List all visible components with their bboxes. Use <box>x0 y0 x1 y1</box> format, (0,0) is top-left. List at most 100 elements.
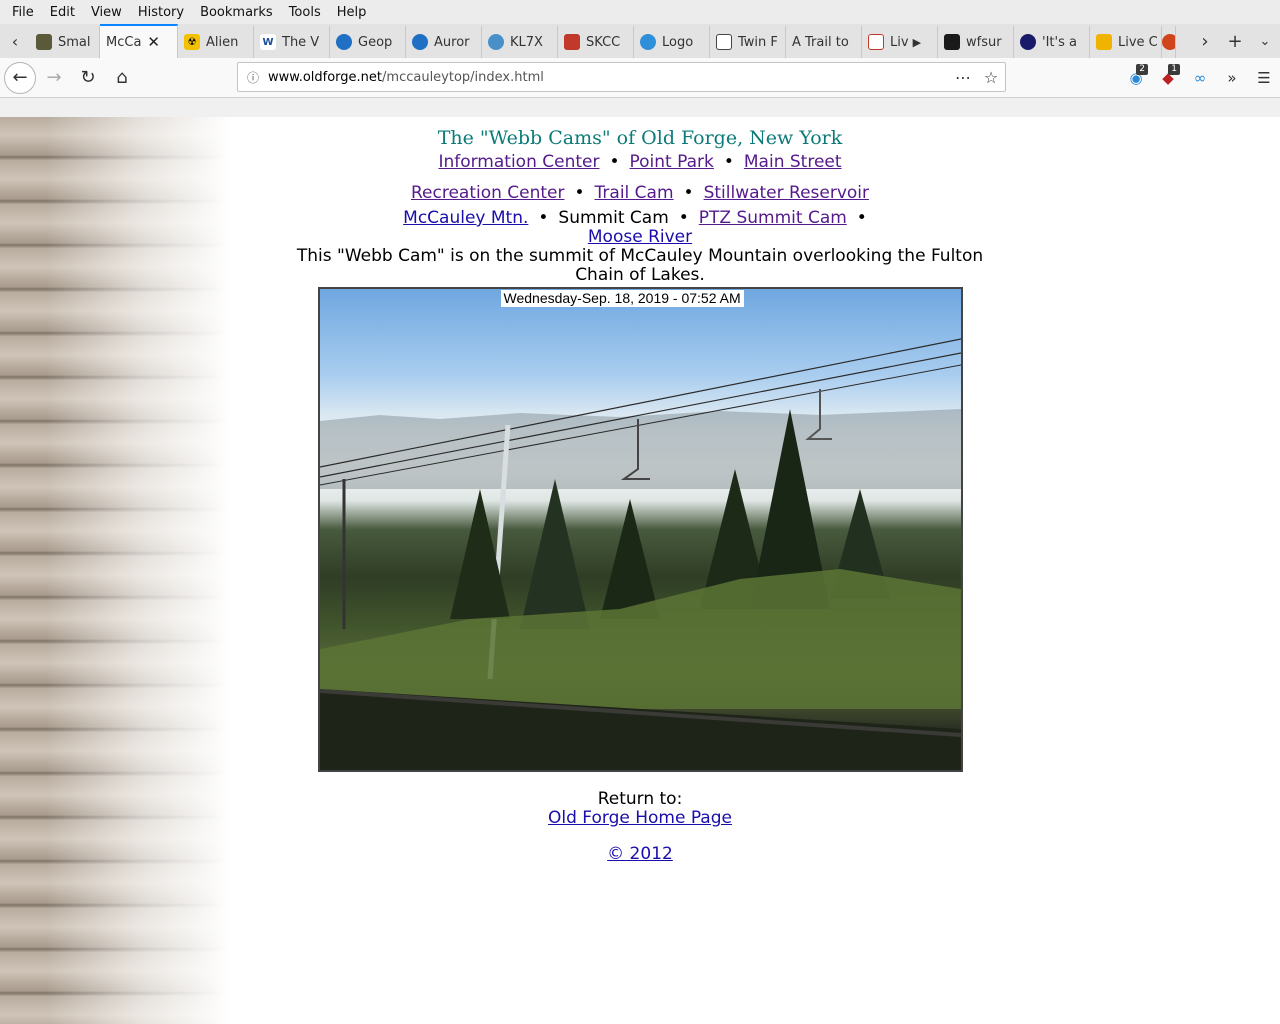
url-bar[interactable]: ⓘ www.oldforge.net/mccauleytop/index.htm… <box>237 62 1006 92</box>
bullet-separator: • <box>538 208 549 228</box>
site-info-icon[interactable]: ⓘ <box>238 69 268 86</box>
media-playing-icon[interactable]: ▶ <box>913 36 921 49</box>
menu-view[interactable]: View <box>83 5 130 20</box>
webcam-timestamp: Wednesday-Sep. 18, 2019 - 07:52 AM <box>500 290 744 307</box>
tab-bar: ‹ Smal McCa ✕ ☢ Alien W The V Geop Auror… <box>0 24 1280 58</box>
tab-list-chevron-down-icon[interactable]: ⌄ <box>1250 34 1280 49</box>
menu-bar: File Edit View History Bookmarks Tools H… <box>0 0 1280 24</box>
menu-edit[interactable]: Edit <box>42 5 83 20</box>
tab-item-active[interactable]: McCa ✕ <box>100 24 178 58</box>
bullet-separator: • <box>683 183 694 203</box>
page-title: The "Webb Cams" of Old Forge, New York <box>437 127 843 149</box>
cam-links-row-4: Moose River <box>290 228 990 247</box>
tab-item-partial[interactable] <box>1162 26 1176 58</box>
link-trail-cam[interactable]: Trail Cam <box>595 183 674 203</box>
current-cam-label: Summit Cam <box>558 208 669 228</box>
extension-badge: 2 <box>1136 64 1148 75</box>
tab-item[interactable]: ☢ Alien <box>178 26 254 58</box>
tab-favicon-icon <box>36 34 52 50</box>
extension-badge: 1 <box>1168 64 1180 75</box>
webcam-image: Wednesday-Sep. 18, 2019 - 07:52 AM <box>317 287 963 772</box>
tab-item[interactable]: Logo <box>634 26 710 58</box>
tab-item[interactable]: wfsur <box>938 26 1014 58</box>
navigation-bar: ← → ↻ ⌂ ⓘ www.oldforge.net/mccauleytop/i… <box>0 58 1280 98</box>
return-label: Return to: <box>597 789 683 809</box>
tab-item[interactable]: Geop <box>330 26 406 58</box>
link-old-forge-home[interactable]: Old Forge Home Page <box>548 808 732 828</box>
page-actions-icon[interactable]: ⋯ <box>949 68 977 87</box>
w3-icon: W <box>260 34 276 50</box>
tab-item[interactable]: Liv ▶ <box>862 26 938 58</box>
cam-links-row-1: Information Center • Point Park • Main Stree… <box>290 153 990 184</box>
grid-icon <box>716 34 732 50</box>
url-host: www.oldforge.net <box>268 69 383 85</box>
forward-arrow-icon[interactable]: → <box>38 62 70 94</box>
link-moose-river[interactable]: Moose River <box>588 227 692 247</box>
link-recreation-center[interactable]: Recreation Center <box>411 183 565 203</box>
wood-background <box>0 117 230 1024</box>
hamburger-menu-icon[interactable]: ☰ <box>1248 62 1280 94</box>
cam-description: This "Webb Cam" is on the summit of McCa… <box>296 246 984 285</box>
back-arrow-icon[interactable]: ← <box>4 61 36 94</box>
bookmark-star-icon[interactable]: ☆ <box>977 68 1005 87</box>
tab-label: Smal <box>58 34 91 50</box>
link-icon[interactable]: ∞ <box>1184 62 1216 94</box>
cam-links-row-3: McCauley Mtn. • Summit Cam • PTZ Summit Cam • <box>290 209 990 228</box>
overflow-chevrons-icon[interactable]: » <box>1216 62 1248 94</box>
cam-links-row-2: Recreation Center • Trail Cam • Stillwater R… <box>290 184 990 209</box>
tab-label: KL7X <box>510 34 543 50</box>
tab-scroll-right-icon[interactable]: › <box>1190 31 1220 52</box>
link-mccauley-mtn[interactable]: McCauley Mtn. <box>403 208 528 228</box>
tab-item[interactable]: Live C <box>1090 26 1162 58</box>
menu-tools[interactable]: Tools <box>281 5 329 20</box>
tab-label: Twin F <box>738 34 778 50</box>
url-path: /mccauleytop/index.html <box>382 69 544 85</box>
tab-label: Geop <box>358 34 393 50</box>
noaa-icon <box>336 34 352 50</box>
shield-icon <box>1096 34 1112 50</box>
extension-icon[interactable]: ◉ 2 <box>1120 62 1152 94</box>
new-tab-icon[interactable]: + <box>1220 31 1250 52</box>
link-stillwater-reservoir[interactable]: Stillwater Reservoir <box>704 183 869 203</box>
link-point-park[interactable]: Point Park <box>630 152 714 172</box>
tab-label: Auror <box>434 34 470 50</box>
toolbar-extensions: ◉ 2 ◆ 1 ∞ » ☰ <box>1120 62 1280 94</box>
tab-favicon-icon <box>1020 34 1036 50</box>
menu-file[interactable]: File <box>4 5 42 20</box>
tab-item[interactable]: Smal <box>30 26 100 58</box>
page-content: The "Webb Cams" of Old Forge, New York I… <box>290 117 990 864</box>
home-icon[interactable]: ⌂ <box>106 62 138 94</box>
tab-item[interactable]: Twin F <box>710 26 786 58</box>
url-text[interactable]: www.oldforge.net/mccauleytop/index.html <box>268 70 949 85</box>
menu-help[interactable]: Help <box>329 5 375 20</box>
tab-label: Live C <box>1118 34 1158 50</box>
tab-label: 'It's a <box>1042 34 1077 50</box>
logo-icon <box>640 34 656 50</box>
ublock-shield-icon[interactable]: ◆ 1 <box>1152 62 1184 94</box>
tab-label: Logo <box>662 34 694 50</box>
skcc-icon <box>564 34 580 50</box>
tab-item[interactable]: SKCC <box>558 26 634 58</box>
link-main-street[interactable]: Main Street <box>744 152 842 172</box>
tab-label: wfsur <box>966 34 1002 50</box>
globe-icon <box>488 34 504 50</box>
link-ptz-summit-cam[interactable]: PTZ Summit Cam <box>699 208 847 228</box>
tab-label: The V <box>282 34 320 50</box>
tab-favicon-icon <box>1162 34 1175 50</box>
tab-item[interactable]: KL7X <box>482 26 558 58</box>
tab-label: McCa <box>106 34 142 50</box>
link-copyright[interactable]: © 2012 <box>607 844 673 864</box>
menu-bookmarks[interactable]: Bookmarks <box>192 5 281 20</box>
link-information-center[interactable]: Information Center <box>438 152 599 172</box>
tab-item[interactable]: A Trail to <box>786 26 862 58</box>
tab-scroll-left-icon[interactable]: ‹ <box>0 24 30 58</box>
close-tab-icon[interactable]: ✕ <box>147 33 160 51</box>
menu-history[interactable]: History <box>130 5 192 20</box>
tab-item[interactable]: W The V <box>254 26 330 58</box>
tab-item[interactable]: 'It's a <box>1014 26 1090 58</box>
webcam-scene <box>319 338 961 770</box>
bullet-separator: • <box>856 208 867 228</box>
reload-icon[interactable]: ↻ <box>72 62 104 94</box>
tab-item[interactable]: Auror <box>406 26 482 58</box>
bullet-separator: • <box>723 152 734 172</box>
